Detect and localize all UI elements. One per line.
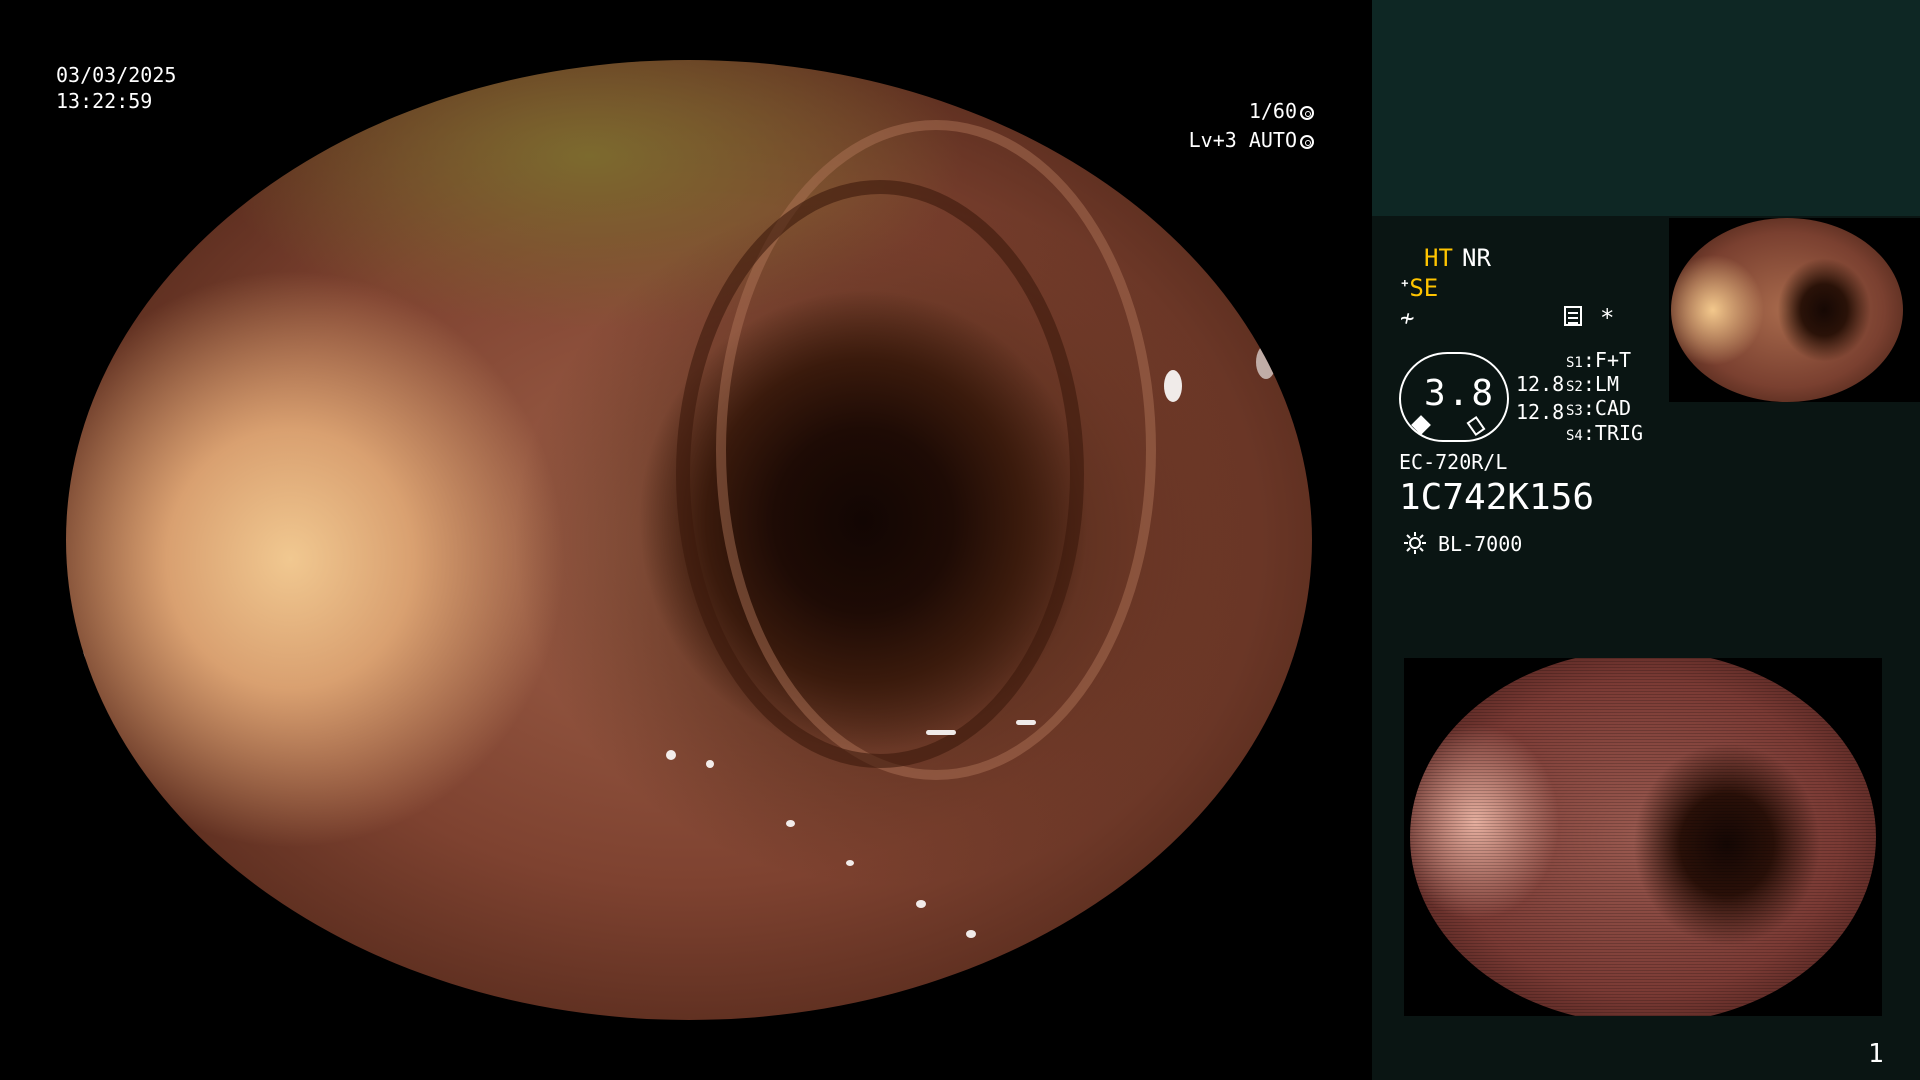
slot-s2: S2:LM [1566, 372, 1619, 396]
frame-mask-bottom [0, 1020, 1372, 1080]
thumbnail-image [1671, 218, 1903, 402]
enhance-icon: ᐩ [1400, 274, 1410, 302]
gauge-value: 3.8 [1424, 373, 1496, 414]
specular-highlight [966, 930, 976, 938]
shutter-value: 1/60 [1248, 99, 1297, 123]
shutter-icon [1300, 105, 1314, 120]
frame-mask-top [0, 0, 1372, 60]
slot-s3: S3:CAD [1566, 396, 1632, 420]
page-number: 1 [1868, 1039, 1884, 1069]
specular-highlight [666, 750, 676, 760]
scope-serial: 1C742K156 [1399, 477, 1595, 518]
slot-value: CAD [1594, 396, 1632, 420]
slot-value: F+T [1594, 348, 1632, 372]
time-stamp: 13:22:59 [56, 89, 153, 113]
se-label: SE [1409, 274, 1439, 302]
filter-icon: ≁ [1400, 304, 1415, 332]
endoscope-main-view [66, 60, 1312, 1020]
slot-value: LM [1594, 372, 1619, 396]
light-source: BL-7000 [1438, 532, 1523, 556]
specular-highlight [926, 730, 956, 735]
specular-highlight [1256, 345, 1276, 379]
slot-key: S3 [1566, 403, 1583, 419]
specular-highlight [76, 650, 86, 690]
panel-top-area [1372, 0, 1920, 216]
nr-label: NR [1462, 244, 1491, 272]
slot-s4: S4:TRIG [1566, 421, 1644, 445]
value-a: 12.8 [1516, 372, 1565, 396]
specular-highlight [846, 860, 854, 866]
thumbnail-capture[interactable] [1669, 218, 1920, 402]
lumen-fold [676, 180, 1084, 768]
slot-value: TRIG [1594, 421, 1644, 445]
slot-key: S2 [1566, 379, 1583, 395]
specular-highlight [1016, 720, 1036, 725]
ht-label: HT [1424, 244, 1453, 272]
se-row: ᐩSE [1400, 274, 1438, 302]
specular-highlight [1164, 370, 1182, 402]
specular-highlight [706, 760, 714, 768]
iris-readout: Lv+3 AUTO [1189, 127, 1314, 153]
iris-icon [1300, 134, 1314, 149]
specular-highlight [916, 900, 926, 908]
thumbnail-secondary[interactable] [1404, 658, 1882, 1016]
scanline-overlay [1404, 658, 1882, 1016]
specular-highlight [90, 700, 102, 720]
slot-key: S4 [1566, 428, 1583, 444]
light-icon [1404, 532, 1426, 554]
specular-highlight [786, 820, 795, 827]
slot-s1: S1:F+T [1566, 348, 1632, 372]
date-stamp: 03/03/2025 [56, 63, 177, 87]
shutter-readout: 1/60 [1249, 98, 1314, 124]
iris-value: Lv+3 AUTO [1188, 128, 1297, 152]
slot-key: S1 [1566, 355, 1583, 371]
value-b: 12.8 [1516, 400, 1565, 424]
scope-model: EC-720R/L [1399, 450, 1508, 474]
star-indicator: * [1600, 304, 1615, 332]
list-icon [1564, 306, 1582, 326]
